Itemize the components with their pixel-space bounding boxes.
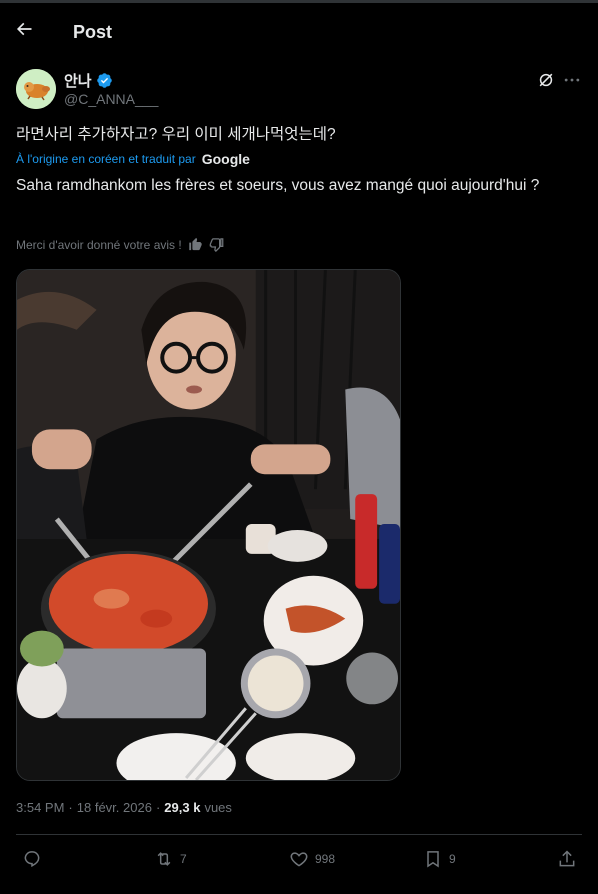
thumbs-down-icon[interactable] <box>209 237 224 252</box>
repost-icon <box>157 852 171 866</box>
post-photo[interactable] <box>16 269 401 781</box>
like-button[interactable]: 998 <box>289 849 335 869</box>
post-date[interactable]: 18 févr. 2026 <box>77 800 152 815</box>
more-options-button[interactable] <box>562 70 582 90</box>
bookmark-button[interactable]: 9 <box>423 849 456 869</box>
author-handle[interactable]: @C_ANNA___ <box>64 91 158 107</box>
translation-note-label[interactable]: À l'origine en coréen et traduit par <box>16 152 196 166</box>
post-time[interactable]: 3:54 PM <box>16 800 64 815</box>
share-icon <box>559 850 575 867</box>
post-original-text: 라면사리 추가하자고? 우리 이미 세개나먹엇는데? <box>16 126 336 143</box>
repost-count: 7 <box>180 852 187 866</box>
heart-icon <box>290 852 308 867</box>
views-count: 29,3 k <box>164 800 201 815</box>
grok-button[interactable] <box>536 70 556 90</box>
bookmark-count: 9 <box>449 852 456 866</box>
meta-separator: · <box>155 800 161 815</box>
reply-button[interactable] <box>22 849 48 869</box>
author-name[interactable]: 안나 <box>64 70 92 91</box>
repost-button[interactable]: 7 <box>154 849 187 869</box>
translation-note: À l'origine en coréen et traduit par Goo… <box>16 151 250 167</box>
feedback-label: Merci d'avoir donné votre avis ! <box>16 237 182 252</box>
meta-separator: · <box>68 800 73 815</box>
page-title: Post <box>73 22 113 42</box>
translation-feedback: Merci d'avoir donné votre avis ! <box>16 237 224 252</box>
page-header: Post <box>0 3 598 59</box>
divider <box>16 834 582 835</box>
avatar-image <box>16 69 56 109</box>
post-translated-text: Saha ramdhankom les frères et soeurs, vo… <box>16 177 540 194</box>
author-name-row: 안나 <box>64 70 113 91</box>
action-bar: 7 998 9 <box>0 846 598 876</box>
back-button[interactable] <box>14 19 38 43</box>
google-logo: Google <box>201 151 250 167</box>
arrow-left-icon <box>16 22 32 36</box>
thumbs-up-icon[interactable] <box>188 237 203 252</box>
grok-icon <box>539 73 553 87</box>
avatar[interactable] <box>16 69 56 109</box>
views-label: vues <box>204 800 232 815</box>
verified-badge-icon <box>96 73 112 88</box>
like-count: 998 <box>315 852 336 866</box>
reply-icon <box>24 851 40 868</box>
share-button[interactable] <box>557 849 577 869</box>
post-photo-image <box>17 270 400 780</box>
post-meta: 3:54 PM · 18 févr. 2026 · 29,3 k vues <box>16 800 232 815</box>
bookmark-icon <box>427 851 439 868</box>
more-dots-icon <box>564 78 580 82</box>
